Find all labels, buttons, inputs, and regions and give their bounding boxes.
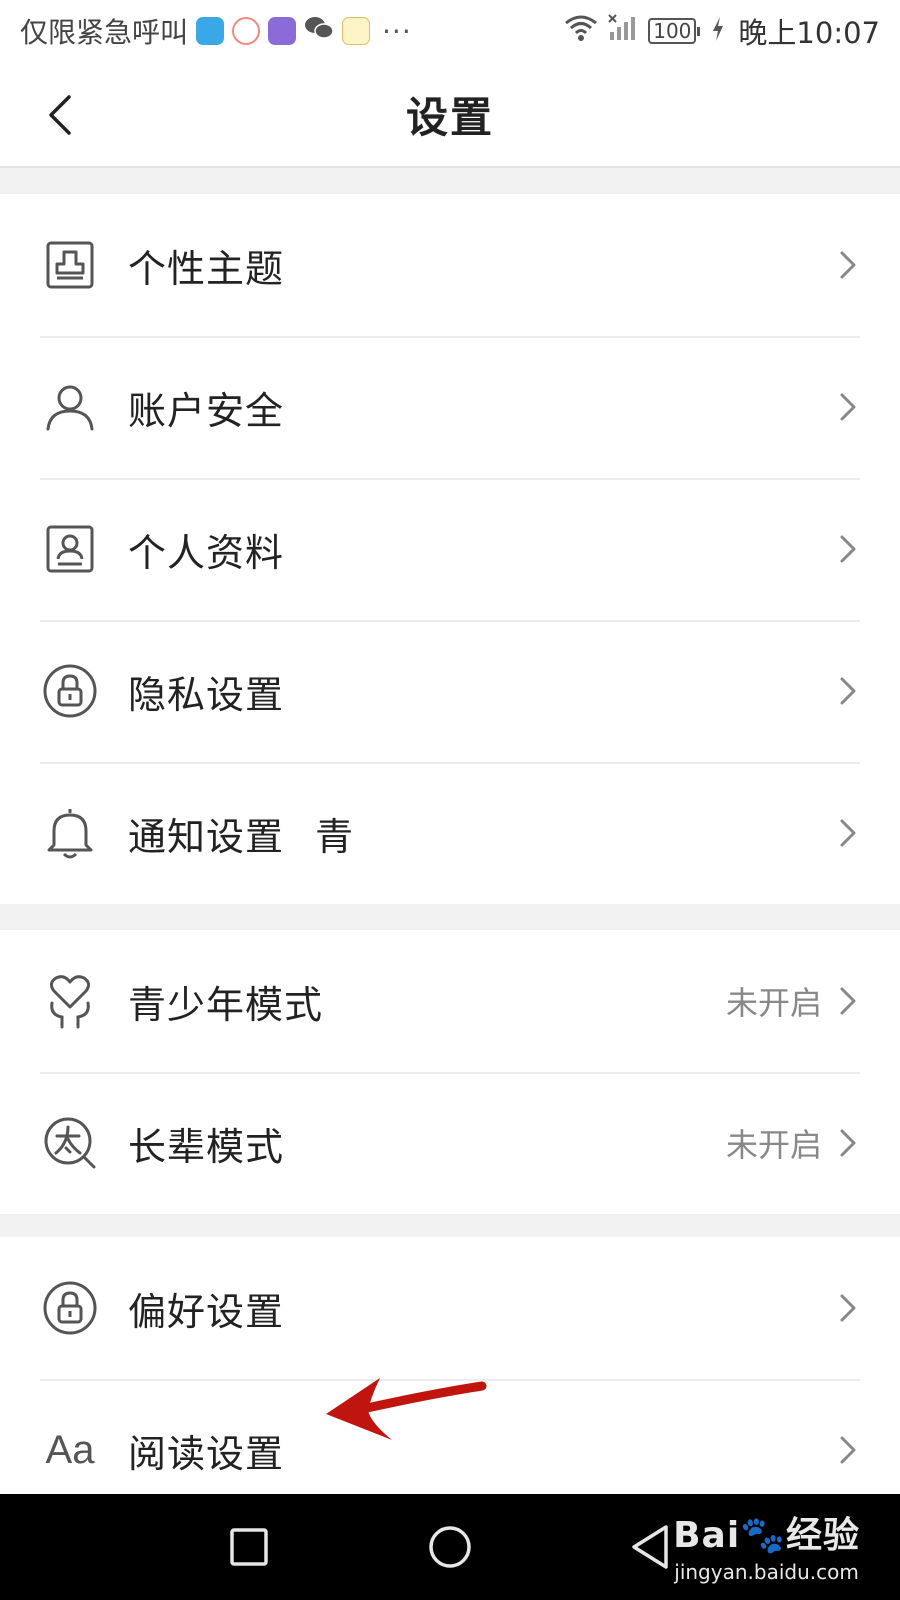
chevron-right-icon xyxy=(836,674,860,708)
row-account-security[interactable]: 账户安全 xyxy=(0,336,900,478)
chevron-left-icon xyxy=(49,95,71,135)
purple-app-icon xyxy=(268,17,297,45)
theme-icon xyxy=(40,235,100,295)
row-notifications[interactable]: 通知设置 青 xyxy=(0,762,900,904)
square-icon xyxy=(230,1528,268,1566)
youth-heart-icon xyxy=(40,971,100,1031)
row-label: 个人资料 xyxy=(128,530,285,575)
chevron-right-icon xyxy=(836,984,860,1018)
font-aa-icon-text: Aa xyxy=(45,1427,95,1472)
person-icon xyxy=(40,377,100,437)
row-label-extra: 青 xyxy=(315,814,355,859)
row-preferences[interactable]: 偏好设置 xyxy=(0,1237,900,1379)
settings-group-modes: 青少年模式 未开启 长辈模式 未开启 xyxy=(0,930,900,1214)
recents-button[interactable] xyxy=(230,1528,268,1570)
elder-search-icon xyxy=(40,1113,100,1173)
chevron-right-icon xyxy=(836,532,860,566)
watermark-url: jingyan.baidu.com xyxy=(674,1560,859,1584)
row-privacy[interactable]: 隐私设置 xyxy=(0,620,900,762)
profile-card-icon xyxy=(40,519,100,579)
wechat-icon xyxy=(304,15,334,48)
bell-icon xyxy=(40,803,100,863)
triangle-back-icon xyxy=(632,1525,668,1569)
row-elder-mode[interactable]: 长辈模式 未开启 xyxy=(0,1072,900,1214)
row-profile[interactable]: 个人资料 xyxy=(0,478,900,620)
page-title: 设置 xyxy=(405,92,494,142)
status-value: 未开启 xyxy=(725,1126,822,1164)
row-label: 通知设置 青 xyxy=(128,806,836,861)
watermark-brand: Bai🐾经验 xyxy=(673,1515,860,1556)
chevron-right-icon xyxy=(836,816,860,850)
font-aa-icon: Aa xyxy=(40,1420,100,1480)
shield-app-icon xyxy=(196,17,225,45)
lock-icon xyxy=(40,661,100,721)
row-label: 个性主题 xyxy=(128,246,285,291)
system-nav-bar: Bai🐾经验 jingyan.baidu.com xyxy=(0,1494,900,1600)
chevron-right-icon xyxy=(836,1291,860,1325)
status-bar: 仅限紧急呼叫 ··· 100 晚上10:07 xyxy=(0,0,900,62)
annotation-arrow xyxy=(326,1378,487,1440)
row-label-text: 通知设置 xyxy=(128,814,285,859)
row-theme[interactable]: 个性主题 xyxy=(0,194,900,336)
pig-app-icon xyxy=(232,17,261,45)
header-bar: 设置 xyxy=(0,62,900,168)
reading-app-icon xyxy=(342,17,371,45)
clock-time: 晚上10:07 xyxy=(738,16,880,50)
signal-icon xyxy=(608,13,638,49)
battery-icon: 100 xyxy=(648,18,701,44)
back-nav-button[interactable] xyxy=(630,1524,670,1574)
more-notifications-icon: ··· xyxy=(382,14,412,48)
row-label: 长辈模式 xyxy=(128,1124,285,1169)
row-label: 青少年模式 xyxy=(128,982,324,1027)
chevron-right-icon xyxy=(836,1433,860,1467)
row-label: 账户安全 xyxy=(128,388,285,433)
circle-icon xyxy=(429,1526,471,1568)
chevron-right-icon xyxy=(836,1126,860,1160)
baidu-jingyan-watermark: Bai🐾经验 jingyan.baidu.com xyxy=(673,1506,860,1584)
carrier-text: 仅限紧急呼叫 xyxy=(20,16,189,49)
wifi-icon xyxy=(564,14,598,49)
settings-group-account: 个性主题 账户安全 个人资料 隐私设置 通知设置 青 xyxy=(0,194,900,904)
home-button[interactable] xyxy=(428,1525,472,1573)
row-youth-mode[interactable]: 青少年模式 未开启 xyxy=(0,930,900,1072)
chevron-right-icon xyxy=(836,248,860,282)
back-button[interactable] xyxy=(30,82,90,148)
row-label: 隐私设置 xyxy=(128,672,285,717)
status-value: 未开启 xyxy=(725,984,822,1022)
lock-icon xyxy=(40,1278,100,1338)
row-label: 偏好设置 xyxy=(128,1289,285,1334)
chevron-right-icon xyxy=(836,390,860,424)
charging-icon xyxy=(712,15,724,48)
